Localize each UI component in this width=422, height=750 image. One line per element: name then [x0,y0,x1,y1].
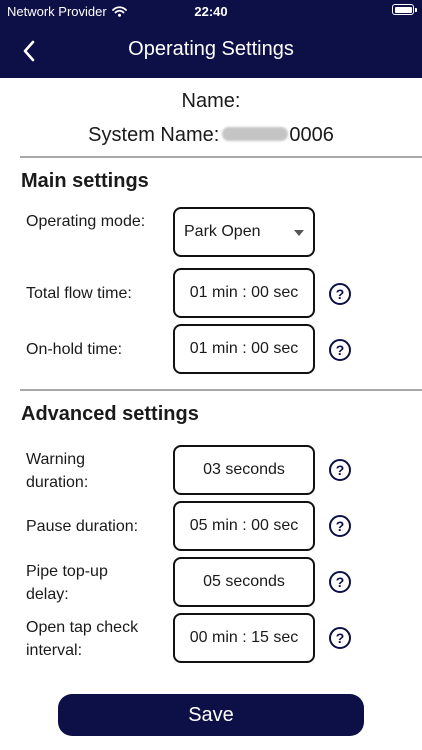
dropdown-arrow-icon [294,230,304,236]
total-flow-time-label: Total flow time: [26,285,132,302]
status-bar: Network Provider 22:40 [0,0,422,22]
pause-duration-label: Pause duration: [26,518,139,535]
battery-icon [392,4,417,15]
system-name-line: System Name: 0006 [0,118,422,152]
on-hold-time-field[interactable]: 01 min : 00 sec [173,324,315,374]
pause-duration-help-icon[interactable]: ? [329,515,351,537]
pipe-topup-delay-field[interactable]: 05 seconds [173,557,315,607]
warning-duration-help-icon[interactable]: ? [329,459,351,481]
pipe-topup-delay-help-icon[interactable]: ? [329,571,351,593]
advanced-settings-title: Advanced settings [21,403,199,425]
system-info: Name: System Name: 0006 [0,84,422,152]
pipe-topup-delay-value: 05 seconds [203,573,285,590]
total-flow-time-field[interactable]: 01 min : 00 sec [173,268,315,318]
operating-mode-value: Park Open [184,223,261,240]
divider-middle [20,389,422,391]
nav-bar: Operating Settings [0,28,422,72]
divider-top [20,156,422,158]
main-settings-title: Main settings [21,170,149,192]
pause-duration-value: 05 min : 00 sec [189,517,299,534]
name-label: Name: [181,90,241,112]
save-button[interactable]: Save [58,694,364,736]
total-flow-time-value: 01 min : 00 sec [189,284,299,301]
on-hold-time-value: 01 min : 00 sec [189,340,299,357]
on-hold-time-help-icon[interactable]: ? [329,339,351,361]
total-flow-time-help-icon[interactable]: ? [329,283,351,305]
name-line: Name: [0,84,422,118]
operating-mode-label: Operating mode: [26,213,146,230]
page-title: Operating Settings [128,38,294,60]
on-hold-time-label: On-hold time: [26,341,123,358]
battery-level [394,6,412,13]
status-time: 22:40 [194,4,228,19]
warning-duration-field[interactable]: 03 seconds [173,445,315,495]
open-tap-check-interval-help-icon[interactable]: ? [329,627,351,649]
pipe-topup-delay-label: Pipe top-up delay: [26,563,108,603]
operating-mode-select[interactable]: Park Open [173,207,315,257]
system-name-label: System Name: [88,124,220,146]
app-header: Network Provider 22:40 Operating Setting… [0,0,422,78]
open-tap-check-interval-label: Open tap check interval: [26,619,139,659]
pause-duration-field[interactable]: 05 min : 00 sec [173,501,315,551]
redacted-system-id [222,127,289,142]
system-name-suffix: 0006 [289,124,334,146]
warning-duration-label: Warning duration: [26,451,89,491]
open-tap-check-interval-value: 00 min : 15 sec [189,629,299,646]
warning-duration-value: 03 seconds [203,461,285,478]
open-tap-check-interval-field[interactable]: 00 min : 15 sec [173,613,315,663]
